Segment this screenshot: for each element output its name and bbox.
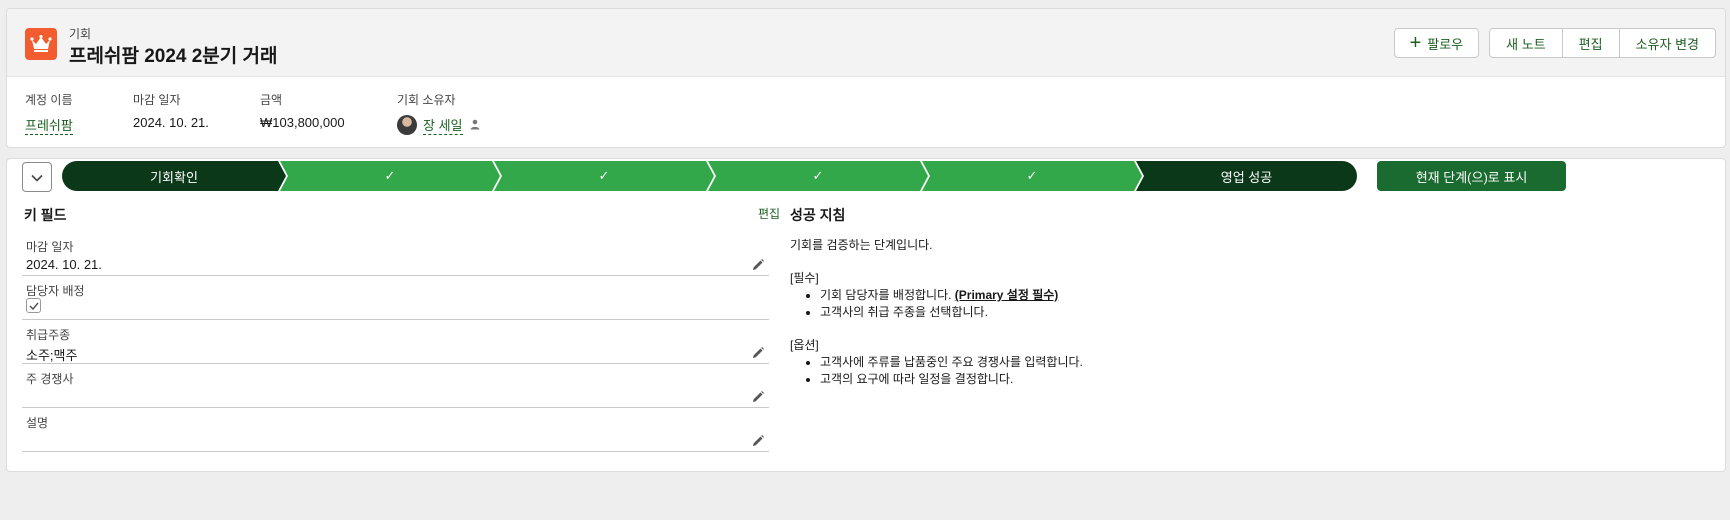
record-title: 프레쉬팜 2024 2분기 거래 — [69, 46, 278, 67]
field-value: 2024. 10. 21. — [26, 257, 102, 272]
follow-label: 팔로우 — [1427, 36, 1464, 52]
field-close-date: 마감 일자 2024. 10. 21. — [22, 232, 769, 276]
field-label: 설명 — [26, 416, 49, 430]
field-label: 취급주종 — [26, 328, 71, 342]
key-fields-list: 마감 일자 2024. 10. 21. 담당자 배정 취급주종 소주;맥주 주 … — [22, 232, 769, 452]
path-step-complete[interactable]: ✓ — [922, 161, 1142, 191]
guidance-intro: 기회를 검증하는 단계입니다. — [790, 238, 933, 252]
path-collapse-toggle[interactable] — [22, 162, 52, 192]
highlight-label: 금액 — [260, 93, 283, 107]
checkbox-checked — [26, 298, 41, 313]
key-fields-edit-link[interactable]: 편집 — [758, 205, 780, 222]
pencil-icon[interactable] — [751, 258, 765, 272]
mark-current-stage-button[interactable]: 현재 단계(으)로 표시 — [1377, 161, 1566, 191]
list-item: 고객의 요구에 따라 일정을 결정합니다. — [820, 371, 1690, 388]
highlight-close-date: 마감 일자 2024. 10. 21. — [133, 91, 209, 130]
pencil-icon[interactable] — [751, 390, 765, 404]
highlight-amount: 금액 ₩103,800,000 — [260, 91, 345, 130]
highlight-label: 계정 이름 — [25, 93, 73, 107]
highlight-label: 마감 일자 — [133, 93, 181, 107]
list-item: 고객사의 취급 주종을 선택합니다. — [820, 304, 1690, 321]
field-label: 담당자 배정 — [26, 284, 85, 298]
chevron-down-icon — [31, 170, 43, 185]
follow-button[interactable]: + 팔로우 — [1393, 28, 1480, 58]
path-card: 기회확인 ✓ ✓ ✓ ✓ 영업 성공 현재 단계(으)로 표시 키 필드 편집 … — [6, 158, 1726, 472]
record-header-top: 기회 프레쉬팜 2024 2분기 거래 + 팔로우 새 노트 편집 소유자 변경 — [7, 9, 1725, 77]
pencil-icon[interactable] — [751, 346, 765, 360]
guidance-optional-list: 고객사에 주류를 납품중인 주요 경쟁사를 입력합니다. 고객의 요구에 따라 … — [820, 354, 1690, 388]
change-owner-icon[interactable] — [469, 118, 481, 133]
path-step-complete[interactable]: ✓ — [280, 161, 500, 191]
plus-icon: + — [1409, 32, 1422, 54]
path-step-complete[interactable]: ✓ — [708, 161, 928, 191]
object-type-label: 기회 — [69, 27, 92, 41]
field-owner-assigned: 담당자 배정 — [22, 276, 769, 320]
path-step-complete[interactable]: ✓ — [494, 161, 714, 191]
field-value: 소주;맥주 — [26, 348, 78, 363]
account-link[interactable]: 프레쉬팜 — [25, 115, 73, 135]
sales-path: 기회확인 ✓ ✓ ✓ ✓ 영업 성공 — [62, 161, 1357, 191]
highlight-account: 계정 이름 프레쉬팜 — [25, 91, 73, 135]
avatar[interactable] — [397, 115, 417, 135]
guidance-optional-title: [옵션] — [790, 338, 819, 352]
guidance-body: 기회를 검증하는 단계입니다. [필수] 기회 담당자를 배정합니다. (Pri… — [790, 237, 1690, 388]
field-description: 설명 — [22, 408, 769, 452]
guidance-emphasis: (Primary 설정 필수) — [954, 288, 1059, 302]
path-step-closed[interactable]: 영업 성공 — [1136, 161, 1357, 191]
change-owner-button[interactable]: 소유자 변경 — [1619, 28, 1716, 58]
pencil-icon[interactable] — [751, 434, 765, 448]
highlight-value: ₩103,800,000 — [260, 115, 345, 130]
edit-button[interactable]: 편집 — [1562, 28, 1620, 58]
guidance-required-list: 기회 담당자를 배정합니다. (Primary 설정 필수) 고객사의 취급 주… — [820, 287, 1690, 321]
field-liquor-types: 취급주종 소주;맥주 — [22, 320, 769, 364]
field-label: 주 경쟁사 — [26, 372, 74, 386]
key-fields-title: 키 필드 — [24, 207, 67, 223]
list-item: 기회 담당자를 배정합니다. (Primary 설정 필수) — [820, 287, 1690, 304]
guidance-title: 성공 지침 — [790, 207, 846, 223]
highlight-owner: 기회 소유자 장 세일 — [397, 91, 481, 135]
path-step-current[interactable]: 기회확인 — [62, 161, 286, 191]
owner-link[interactable]: 장 세일 — [423, 115, 463, 135]
crown-icon — [25, 28, 57, 60]
field-label: 마감 일자 — [26, 240, 74, 254]
field-main-competitor: 주 경쟁사 — [22, 364, 769, 408]
header-actions: + 팔로우 새 노트 편집 소유자 변경 — [1393, 28, 1716, 58]
highlight-value: 2024. 10. 21. — [133, 115, 209, 130]
new-note-button[interactable]: 새 노트 — [1489, 28, 1563, 58]
list-item: 고객사에 주류를 납품중인 주요 경쟁사를 입력합니다. — [820, 354, 1690, 371]
guidance-required-title: [필수] — [790, 271, 819, 285]
highlight-label: 기회 소유자 — [397, 93, 456, 107]
record-header: 기회 프레쉬팜 2024 2분기 거래 + 팔로우 새 노트 편집 소유자 변경… — [6, 8, 1726, 148]
